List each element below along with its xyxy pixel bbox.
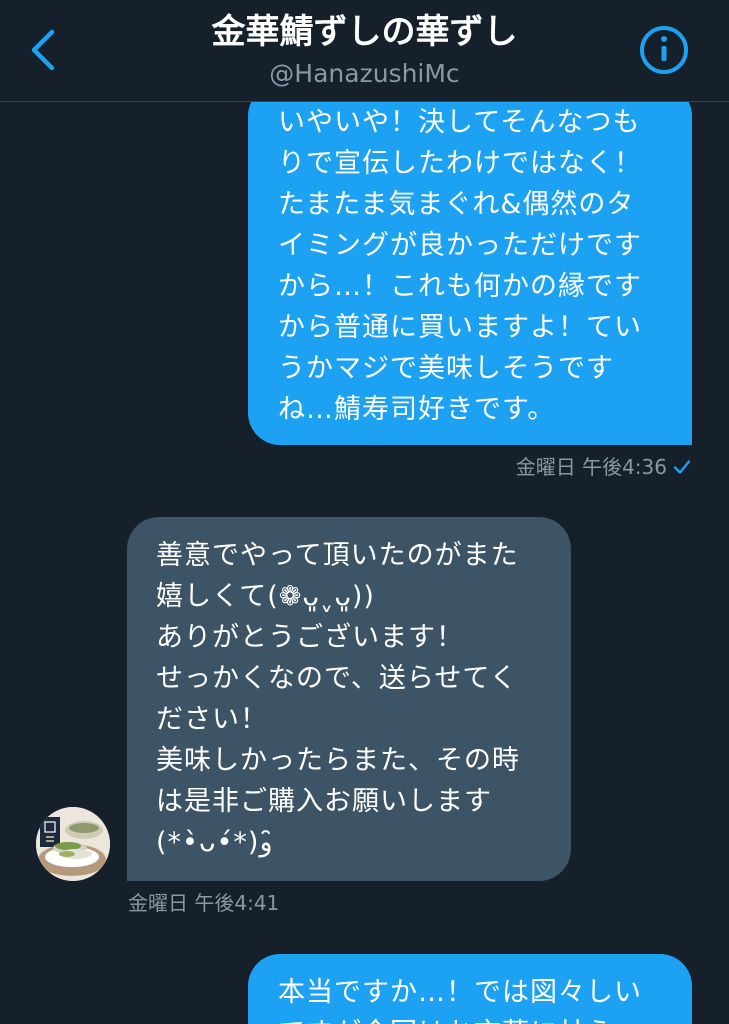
- conversation-title: 金華鯖ずしの華ずし: [211, 12, 518, 52]
- sent-message-bubble[interactable]: 本当ですか…！では図々しい ですが今回はお言葉に甘え: [248, 954, 692, 1024]
- timestamp-text: 金曜日 午後4:36: [515, 455, 667, 479]
- conversation-header: 金華鯖ずしの華ずし @HanazushiMc: [0, 0, 729, 102]
- info-button[interactable]: [636, 24, 692, 76]
- received-message-bubble[interactable]: 善意でやって頂いたのがまた 嬉しくて(❁ᴗ͈ˬᴗ͈)) ありがとうございます！ …: [127, 517, 571, 881]
- conversation-handle: @HanazushiMc: [269, 59, 460, 88]
- check-icon: [673, 460, 691, 474]
- chevron-left-icon: [31, 29, 55, 71]
- sent-message-bubble[interactable]: いやいや！決してそんなつも りで宣伝したわけではなく！ たまたま気まぐれ&偶然の…: [248, 84, 692, 445]
- dm-conversation-screen: 金華鯖ずしの華ずし @HanazushiMc いやいや！決してそんなつも りで宣…: [0, 0, 729, 1024]
- message-timestamp: 金曜日 午後4:41: [128, 891, 280, 915]
- message-timestamp: 金曜日 午後4:36: [516, 453, 691, 481]
- info-circle-icon: [640, 26, 688, 74]
- sender-avatar[interactable]: [36, 807, 110, 881]
- back-button[interactable]: [22, 24, 66, 76]
- sushi-avatar: [36, 807, 110, 881]
